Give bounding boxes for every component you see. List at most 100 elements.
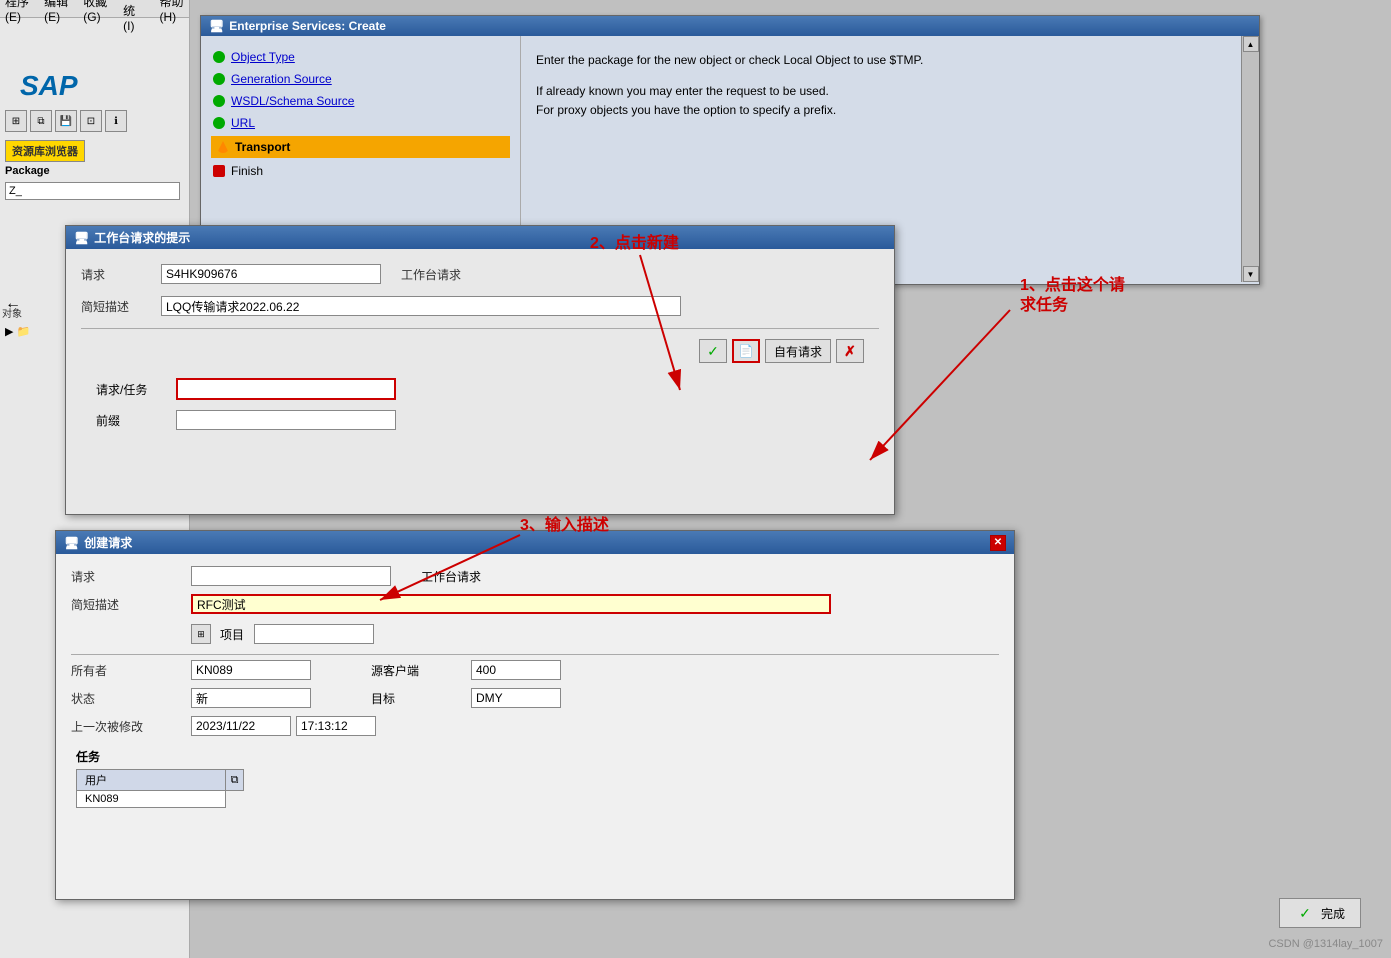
workbench-request-side-label: 工作台请求	[401, 266, 461, 283]
menu-program[interactable]: 程序(E)	[5, 0, 29, 24]
nav-label-finish: Finish	[231, 164, 263, 178]
package-input[interactable]	[5, 182, 180, 200]
toolbar-btn-5[interactable]: ℹ	[105, 110, 127, 132]
workbench-titlebar: 🖥 工作台请求的提示	[66, 226, 894, 249]
toolbar-btn-1[interactable]: ⊞	[5, 110, 27, 132]
menu-help[interactable]: 帮助(H)	[159, 0, 184, 24]
create-request-form: 请求 工作台请求 简短描述 ⊞ 项目 所有者 源客户端 状态 目标	[56, 554, 1014, 820]
complete-button[interactable]: ✓ 完成	[1279, 898, 1361, 928]
last-modified-label: 上一次被修改	[71, 718, 191, 735]
user-row-cell: KN089	[76, 791, 226, 808]
nav-link-generation-source[interactable]: Generation Source	[231, 72, 332, 86]
nav-item-object-type[interactable]: Object Type	[211, 46, 510, 68]
target-label: 目标	[371, 690, 471, 707]
tasks-label: 任务	[76, 748, 994, 765]
request-label: 请求	[81, 266, 161, 283]
nav-label-transport: Transport	[235, 140, 290, 154]
sap-logo: SAP	[20, 70, 78, 102]
status-dot-green-4	[213, 117, 225, 129]
nav-arrow-icon: ←	[5, 295, 21, 313]
create-request-dialog: 🖥 创建请求 ✕ 请求 工作台请求 简短描述 ⊞ 项目 所有者 源客户端	[55, 530, 1015, 900]
status-dot-green-3	[213, 95, 225, 107]
sap-toolbar: ⊞ ⧉ 💾 ⊡ ℹ	[5, 110, 127, 132]
status-dot-red	[213, 165, 225, 177]
menu-favorites[interactable]: 收藏(G)	[83, 0, 108, 24]
create-workbench-label: 工作台请求	[421, 568, 521, 585]
create-short-desc-input[interactable]	[191, 594, 831, 614]
create-dialog-title: 创建请求	[84, 534, 132, 551]
nav-item-finish[interactable]: Finish	[211, 160, 510, 182]
status-label: 状态	[71, 690, 191, 707]
close-dialog-button[interactable]: ✕	[990, 535, 1006, 551]
projekt-input[interactable]	[254, 624, 374, 644]
own-request-button[interactable]: 自有请求	[765, 339, 831, 363]
menu-edit[interactable]: 编辑(E)	[44, 0, 68, 24]
scroll-col[interactable]: ⧉	[226, 769, 244, 791]
request-task-input[interactable]	[176, 378, 396, 400]
prefix-input[interactable]	[176, 410, 396, 430]
projekt-icon: ⊞	[191, 624, 211, 644]
svg-text:求任务: 求任务	[1020, 295, 1069, 314]
workbench-title-text: 工作台请求的提示	[94, 229, 190, 246]
last-modified-date-input[interactable]	[191, 716, 291, 736]
owner-label: 所有者	[71, 662, 191, 679]
create-short-desc-row: 简短描述	[71, 594, 999, 614]
workbench-form: 请求 工作台请求 简短描述 ✓ 📄 自有请求 ✗ 请求/任务 前缀	[66, 249, 894, 450]
menu-system[interactable]: 系统(I)	[123, 0, 144, 33]
scrollbar[interactable]: ▲ ▼	[1241, 36, 1259, 282]
menu-bar: 程序(E) 编辑(E) 收藏(G) 系统(I) 帮助(H)	[0, 0, 189, 18]
nav-item-wsdl[interactable]: WSDL/Schema Source	[211, 90, 510, 112]
window-icon: 🖥	[209, 19, 224, 33]
window-title: Enterprise Services: Create	[229, 19, 386, 33]
tasks-section: 任务 用户 ⧉ KN089	[71, 748, 999, 808]
nav-item-generation-source[interactable]: Generation Source	[211, 68, 510, 90]
user-col-header: 用户	[76, 769, 226, 791]
nav-item-url[interactable]: URL	[211, 112, 510, 134]
last-modified-row: 上一次被修改	[71, 716, 999, 736]
status-input[interactable]	[191, 688, 311, 708]
scroll-up-btn[interactable]: ▲	[1243, 36, 1259, 52]
nav-tree-expand[interactable]: ▶ 📁	[5, 325, 30, 338]
source-client-label: 源客户端	[371, 662, 471, 679]
nav-item-transport[interactable]: Transport	[211, 136, 510, 158]
request-task-row: 请求/任务	[81, 373, 879, 405]
request-input[interactable]	[161, 264, 381, 284]
source-client-input[interactable]	[471, 660, 561, 680]
owner-input[interactable]	[191, 660, 311, 680]
tasks-table-header: 用户 ⧉	[76, 769, 994, 791]
confirm-button[interactable]: ✓	[699, 339, 727, 363]
nav-link-wsdl[interactable]: WSDL/Schema Source	[231, 94, 354, 108]
complete-check-icon: ✓	[1295, 903, 1315, 923]
csdn-watermark: CSDN @1314lay_1007	[1268, 938, 1383, 950]
status-dot-green-2	[213, 73, 225, 85]
scroll-down-btn[interactable]: ▼	[1243, 266, 1259, 282]
request-task-label: 请求/任务	[96, 381, 176, 398]
toolbar-btn-3[interactable]: 💾	[55, 110, 77, 132]
short-desc-row: 简短描述	[81, 296, 879, 316]
desc-line4: For proxy objects you have the option to…	[536, 101, 1226, 120]
short-desc-label: 简短描述	[81, 298, 161, 315]
dialog-buttons: ✓ 📄 自有请求 ✗	[81, 334, 879, 368]
status-row: 状态 目标	[71, 688, 999, 708]
complete-label: 完成	[1321, 905, 1345, 922]
toolbar-btn-4[interactable]: ⊡	[80, 110, 102, 132]
nav-link-url[interactable]: URL	[231, 116, 255, 130]
short-desc-input[interactable]	[161, 296, 681, 316]
projekt-row: ⊞ 项目	[71, 622, 999, 646]
desc-line3: If already known you may enter the reque…	[536, 82, 1226, 101]
desc-line1: Enter the package for the new object or …	[536, 51, 1226, 70]
cancel-button[interactable]: ✗	[836, 339, 864, 363]
package-label: Package	[5, 165, 50, 177]
tasks-table-row: KN089	[76, 791, 994, 808]
create-request-label: 请求	[71, 568, 191, 585]
last-modified-time-input[interactable]	[296, 716, 376, 736]
owner-row: 所有者 源客户端	[71, 660, 999, 680]
prefix-row: 前缀	[81, 405, 879, 435]
create-dialog-titlebar: 🖥 创建请求 ✕	[56, 531, 1014, 554]
create-request-input[interactable]	[191, 566, 391, 586]
target-input[interactable]	[471, 688, 561, 708]
toolbar-btn-2[interactable]: ⧉	[30, 110, 52, 132]
workbench-dialog: 🖥 工作台请求的提示 请求 工作台请求 简短描述 ✓ 📄 自有请求 ✗ 请求/任…	[65, 225, 895, 515]
new-request-button[interactable]: 📄	[732, 339, 760, 363]
nav-link-object-type[interactable]: Object Type	[231, 50, 295, 64]
